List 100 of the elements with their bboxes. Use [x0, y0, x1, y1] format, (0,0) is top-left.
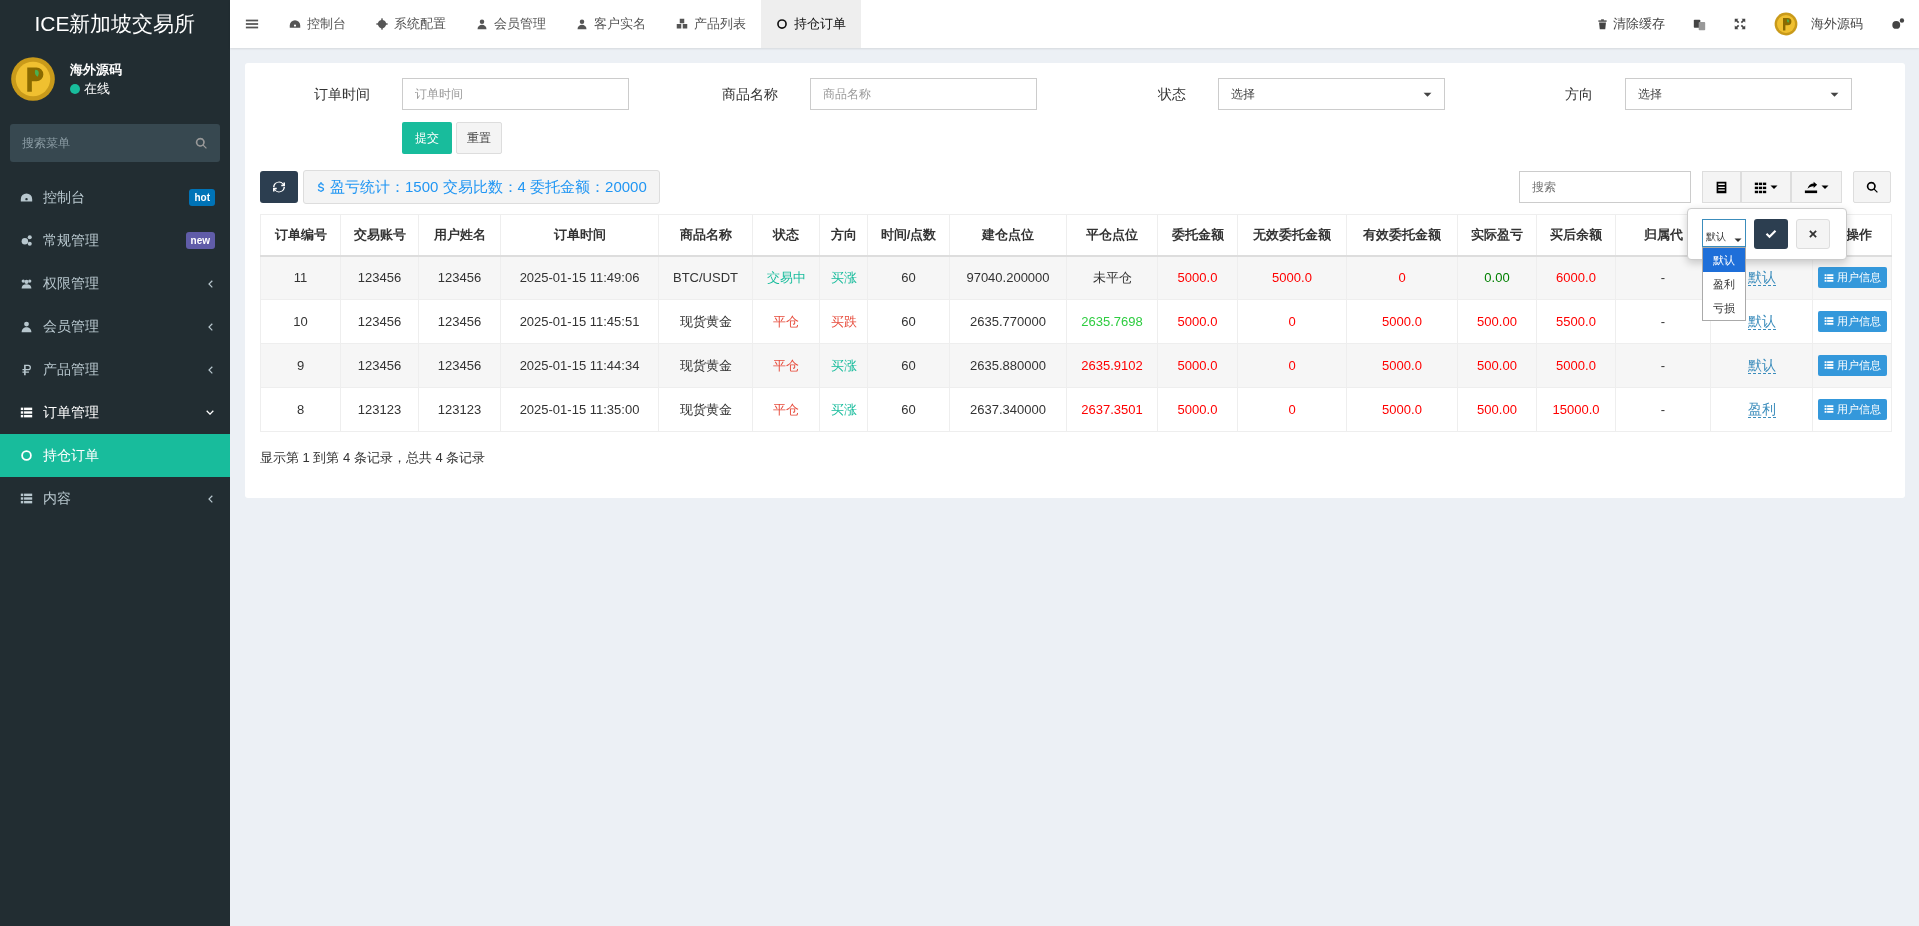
user-icon [476, 18, 488, 30]
menu-icon [245, 17, 259, 31]
table-cell: 买涨 [830, 401, 857, 417]
nav-tab[interactable]: 产品列表 [661, 0, 761, 48]
reset-button[interactable]: 重置 [456, 122, 502, 154]
column-header: 无效委托金额 [1253, 227, 1331, 242]
dollar-icon [316, 179, 326, 195]
ruble-icon [20, 363, 33, 376]
table-cell: 2635.7698 [1081, 313, 1143, 329]
column-header: 有效委托金额 [1363, 227, 1441, 242]
menu-item[interactable]: 订单管理 [0, 391, 230, 434]
trash-icon [1597, 18, 1608, 30]
menu-item[interactable]: 常规管理 new [0, 219, 230, 262]
caret-down-icon [1770, 183, 1778, 191]
list-icon [20, 492, 33, 505]
table-cell: 500.00 [1477, 357, 1517, 373]
menu-item[interactable]: 内容 [0, 477, 230, 520]
table-cell: 0 [1288, 313, 1296, 329]
brand-title: ICE新加坡交易所 [33, 11, 197, 38]
nav-tab[interactable]: 控制台 [274, 0, 361, 48]
list-icon [1715, 180, 1728, 194]
search-button[interactable] [1853, 171, 1891, 203]
table-cell: - [1660, 357, 1666, 373]
menu-search-field[interactable]: 搜索菜单 [10, 124, 220, 162]
columns-button[interactable] [1741, 171, 1791, 203]
users-icon [20, 277, 33, 290]
table-cell: 97040.200000 [966, 270, 1050, 285]
dashboard-icon [289, 18, 301, 30]
user-name: 海外源码 [1811, 15, 1863, 34]
menu-item[interactable]: 权限管理 [0, 262, 230, 305]
table-cell: 123456 [437, 357, 482, 373]
nav-tab[interactable]: 持仓订单 [761, 0, 861, 48]
column-header: 实际盈亏 [1471, 227, 1523, 242]
list-icon [1823, 360, 1834, 371]
select-field[interactable]: 选择 [1625, 78, 1853, 110]
column-header: 归属代 [1643, 227, 1683, 242]
table-cell: 2637.340000 [970, 401, 1046, 417]
dropdown-option[interactable]: 默认 [1703, 248, 1745, 272]
table-cell: 123456 [437, 270, 482, 285]
table-cell: 500.00 [1477, 313, 1517, 329]
dropdown-option[interactable]: 盈利 [1703, 272, 1745, 296]
table-cell: 8 [296, 401, 305, 417]
menu-item[interactable]: 控制台 hot [0, 176, 230, 219]
table-cell: 买涨 [830, 270, 857, 285]
menu-badge: hot [189, 189, 215, 206]
clear-cache-button[interactable]: 清除缓存 [1597, 14, 1665, 34]
menu-item[interactable]: 会员管理 [0, 305, 230, 348]
cancel-button[interactable] [1796, 219, 1830, 249]
toggle-view-button[interactable] [1702, 171, 1741, 203]
text-field[interactable]: 商品名称 [809, 78, 1037, 110]
dropdown-option[interactable]: 亏损 [1703, 296, 1745, 320]
editable-link[interactable]: 默认 [1747, 357, 1776, 374]
table-cell: 2025-01-15 11:44:34 [519, 357, 640, 373]
table-cell: 平仓 [773, 313, 799, 329]
column-header: 委托金额 [1171, 227, 1224, 242]
table-cell: 9 [296, 357, 305, 373]
table-cell: 11 [293, 270, 308, 285]
table-cell: 2025-01-15 11:45:51 [519, 313, 640, 329]
menu-badge: new [185, 232, 215, 249]
table-cell: 15000.0 [1552, 401, 1600, 417]
caret-down-icon [1821, 183, 1829, 191]
table-cell: 0.00 [1484, 270, 1510, 285]
table-cell: 平仓 [773, 401, 799, 417]
settings-icon [376, 18, 388, 30]
online-dot [70, 83, 80, 94]
list-icon [20, 406, 33, 419]
table-cell: 60 [901, 401, 916, 417]
user-icon [576, 18, 588, 30]
refresh-icon [273, 181, 285, 193]
table-cell: 0 [1398, 270, 1406, 285]
text-field[interactable]: 订单时间 [402, 78, 629, 110]
list-icon [1823, 316, 1834, 327]
table-cell: 5000.0 [1382, 357, 1422, 373]
field-label: 订单时间 [313, 84, 371, 104]
editable-link[interactable]: 默认 [1747, 269, 1776, 287]
menu-item[interactable]: 产品管理 [0, 348, 230, 391]
summary-text: 盈亏统计：1500 交易比数：4 委托金额：20000 [330, 176, 647, 197]
table-cell: 0 [1288, 357, 1296, 373]
column-header: 平仓点位 [1086, 227, 1138, 242]
search-field[interactable]: 搜索 [1519, 171, 1691, 203]
editable-link[interactable]: 默认 [1747, 313, 1776, 330]
nav-tab[interactable]: 系统配置 [361, 0, 461, 48]
table-cell: 60 [901, 270, 916, 285]
nav-tab[interactable]: 客户实名 [561, 0, 661, 48]
export-button[interactable] [1791, 171, 1842, 203]
cubes-icon [676, 18, 688, 30]
table-cell: 现货黄金 [679, 313, 732, 329]
table-cell: 2635.770000 [970, 313, 1046, 329]
select-field[interactable]: 选择 [1217, 78, 1445, 110]
nav-tab[interactable]: 会员管理 [461, 0, 561, 48]
column-header: 建仓点位 [982, 227, 1034, 242]
table-cell: 5000.0 [1177, 357, 1218, 373]
avatar-icon [10, 56, 56, 102]
column-header: 方向 [830, 227, 857, 242]
column-header: 商品名称 [679, 227, 732, 242]
table-cell: BTC/USDT [673, 270, 738, 285]
avatar-icon [1774, 12, 1798, 36]
confirm-button[interactable] [1754, 219, 1788, 249]
editable-link[interactable]: 盈利 [1747, 401, 1776, 418]
refresh-button[interactable] [260, 171, 298, 203]
